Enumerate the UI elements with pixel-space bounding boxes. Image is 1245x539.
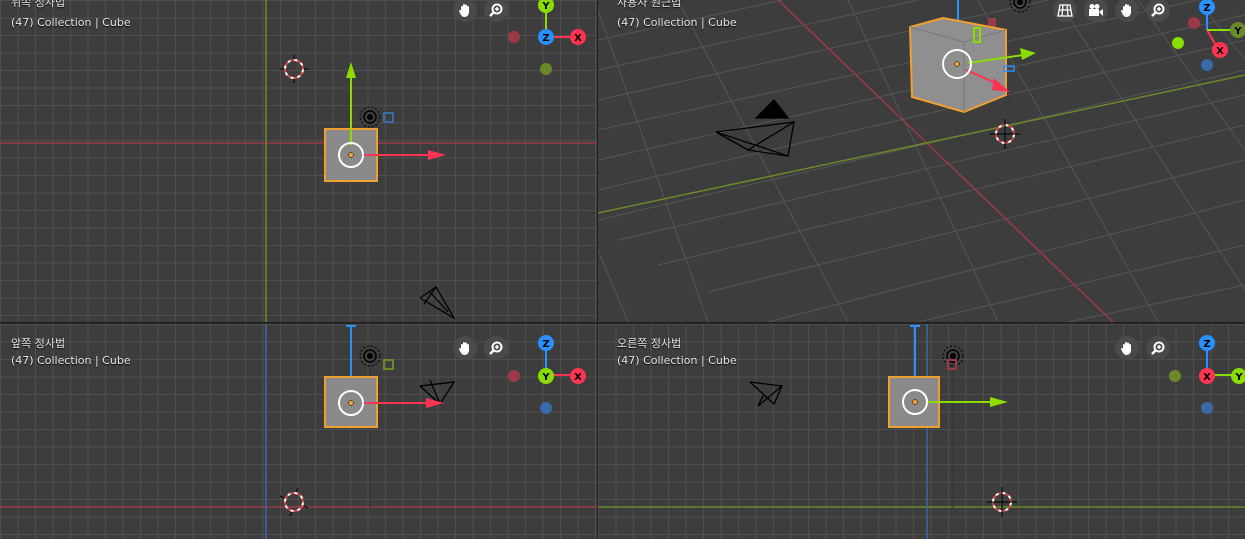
axis-gizmo: Z X Y [508, 335, 586, 414]
zoom-icon[interactable] [484, 336, 508, 360]
viewport-title: 위쪽 정사법 [11, 0, 66, 9]
light-icon [359, 106, 381, 128]
vertical-divider[interactable] [597, 0, 598, 539]
viewport-title: 앞쪽 정사법 [11, 337, 66, 350]
light-icon [359, 345, 381, 367]
viewport-user-perspective[interactable]: Z X Y 사용자 원근법 (47) Collection | Cube [598, 0, 1245, 322]
svg-text:Y: Y [541, 372, 550, 383]
svg-text:X: X [574, 33, 582, 44]
svg-text:Z: Z [542, 33, 549, 44]
hand-pan-icon[interactable] [1115, 336, 1139, 360]
svg-text:Y: Y [1233, 26, 1242, 37]
svg-text:Z: Z [542, 339, 549, 350]
camera-object [749, 381, 783, 407]
viewport-subtitle: (47) Collection | Cube [11, 16, 131, 29]
viewport-title: 사용자 원근법 [617, 0, 682, 9]
svg-text:Y: Y [541, 1, 550, 12]
viewport-title: 오른쪽 정사법 [617, 337, 682, 350]
svg-text:Z: Z [1203, 339, 1210, 350]
viewport-right-ortho[interactable]: Z Y X 오른쪽 정사법 (47) Collection | Cube [598, 324, 1245, 539]
camera-object [419, 286, 456, 320]
perspective-scene: Z X Y [598, 0, 1245, 322]
axis-gizmo: Z X Y [1172, 0, 1245, 71]
svg-text:X: X [1203, 372, 1211, 383]
light-handle-icon [383, 112, 394, 123]
svg-text:X: X [574, 372, 582, 383]
3d-cursor-icon [279, 487, 309, 517]
viewport-front-ortho[interactable]: Z X Y 앞쪽 정사법 (47) Collection | Cube [0, 324, 597, 539]
hand-pan-icon[interactable] [453, 336, 477, 360]
axis-gizmo: Y X Z [508, 0, 586, 75]
light-icon [942, 345, 964, 367]
viewport-subtitle: (47) Collection | Cube [617, 354, 737, 367]
3d-cursor-icon [280, 55, 308, 83]
svg-text:Z: Z [1203, 3, 1210, 14]
3d-cursor-icon [987, 487, 1017, 517]
top-scene: Y X Z [0, 0, 597, 322]
viewport-subtitle: (47) Collection | Cube [617, 16, 737, 29]
viewport-subtitle: (47) Collection | Cube [11, 354, 131, 367]
axis-gizmo: Z Y X [1169, 335, 1245, 414]
zoom-icon[interactable] [1146, 336, 1170, 360]
camera-object [419, 379, 456, 405]
horizontal-divider[interactable] [0, 322, 1245, 324]
viewport-top-ortho[interactable]: Y X Z 위쪽 정사법 (47) Collection | Cube [0, 0, 597, 322]
light-handle-icon [383, 359, 394, 370]
svg-text:Y: Y [1234, 372, 1243, 383]
svg-text:X: X [1216, 46, 1224, 57]
